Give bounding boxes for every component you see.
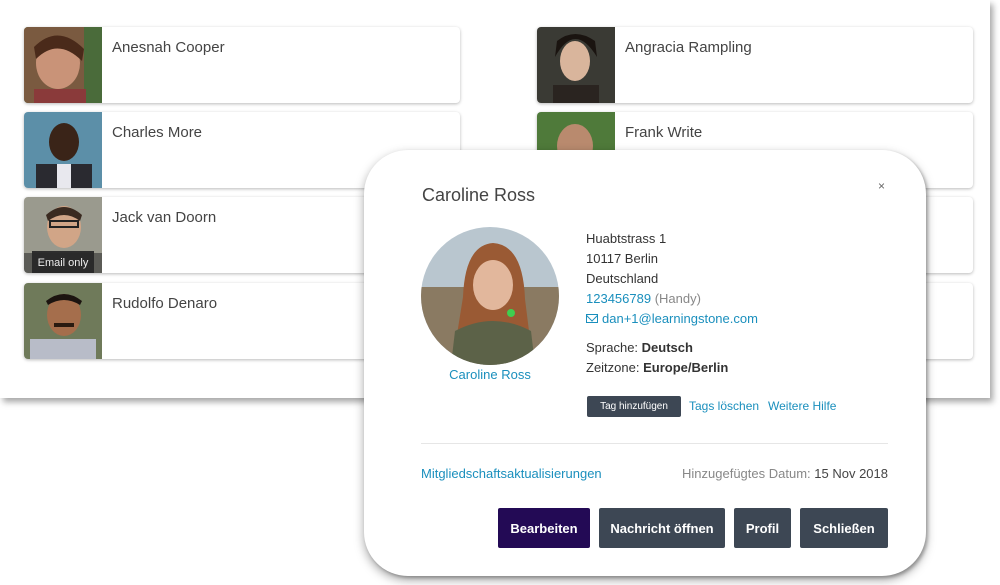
email-link[interactable]: dan+1@learningstone.com — [602, 311, 758, 326]
address-city: 10117 Berlin — [586, 251, 659, 266]
add-tag-button[interactable]: Tag hinzufügen — [587, 396, 681, 417]
added-date: Hinzugefügtes Datum: 15 Nov 2018 — [682, 466, 888, 481]
close-icon[interactable]: × — [878, 179, 885, 193]
contact-name: Jack van Doorn — [112, 209, 217, 226]
email-row: dan+1@learningstone.com — [586, 309, 758, 329]
added-date-label: Hinzugefügtes Datum: — [682, 466, 811, 481]
divider — [421, 443, 888, 444]
open-message-button[interactable]: Nachricht öffnen — [599, 508, 725, 548]
address-street: Huabtstrass 1 — [586, 231, 667, 246]
language-row: Sprache: Deutsch — [586, 338, 758, 358]
contact-card[interactable]: Anesnah Cooper — [24, 27, 460, 103]
profile-photo — [421, 227, 559, 365]
membership-updates-link[interactable]: Mitgliedschaftsaktualisierungen — [421, 466, 602, 481]
avatar — [24, 112, 102, 188]
profile-name-link[interactable]: Caroline Ross — [422, 367, 558, 382]
avatar — [24, 27, 102, 103]
timezone-value: Europe/Berlin — [643, 360, 729, 375]
avatar — [24, 283, 102, 359]
contact-info: Huabtstrass 1 10117 Berlin Deutschland 1… — [586, 229, 758, 378]
language-value: Deutsch — [641, 340, 693, 355]
phone-link[interactable]: 123456789 — [586, 291, 651, 306]
avatar — [537, 27, 615, 103]
phone-row: 123456789 (Handy) — [586, 289, 758, 309]
contact-name: Frank Write — [625, 124, 703, 141]
timezone-row: Zeitzone: Europe/Berlin — [586, 358, 758, 378]
contact-name: Rudolfo Denaro — [112, 295, 218, 312]
more-help-link[interactable]: Weitere Hilfe — [768, 399, 836, 413]
timezone-label: Zeitzone: — [586, 360, 640, 375]
mail-icon — [586, 314, 598, 323]
modal-title: Caroline Ross — [422, 185, 536, 205]
contact-detail-modal: Caroline Ross × Caroline Ross Huabtstras… — [364, 150, 926, 576]
close-button[interactable]: Schließen — [800, 508, 888, 548]
contact-name: Charles More — [112, 124, 203, 141]
avatar: Email only — [24, 197, 102, 273]
language-label: Sprache: — [586, 340, 639, 355]
edit-button[interactable]: Bearbeiten — [498, 508, 590, 548]
phone-type: (Handy) — [654, 291, 701, 306]
contact-name: Anesnah Cooper — [112, 39, 225, 56]
contact-card[interactable]: Angracia Rampling — [537, 27, 973, 103]
email-only-badge: Email only — [24, 253, 102, 273]
address-country: Deutschland — [586, 271, 659, 286]
added-date-value: 15 Nov 2018 — [814, 466, 888, 481]
profile-button[interactable]: Profil — [734, 508, 791, 548]
contact-name: Angracia Rampling — [625, 39, 752, 56]
delete-tags-link[interactable]: Tags löschen — [689, 399, 759, 413]
